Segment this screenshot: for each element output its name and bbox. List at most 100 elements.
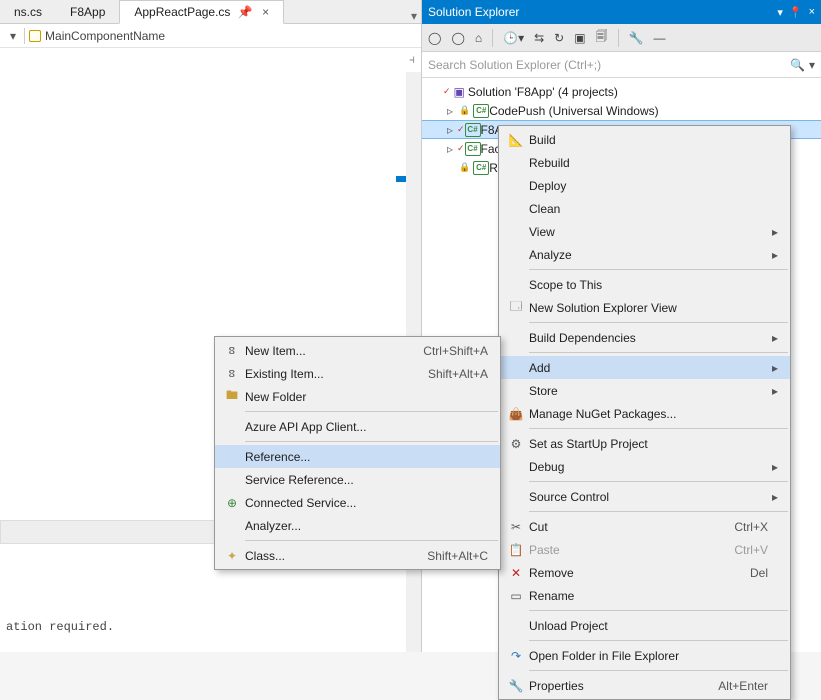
menu-azure[interactable]: Azure API App Client... <box>215 415 500 438</box>
newitem-icon: ៜ <box>219 342 245 360</box>
back-icon[interactable]: ◯ <box>428 31 441 45</box>
menu-nuget[interactable]: 👜Manage NuGet Packages... <box>499 402 790 425</box>
property-icon <box>29 30 41 42</box>
collapse-icon[interactable]: ▣ <box>574 31 585 45</box>
menu-rebuild[interactable]: Rebuild <box>499 151 790 174</box>
menu-analyze[interactable]: Analyze▸ <box>499 243 790 266</box>
csharp-project-icon: C# <box>473 104 489 118</box>
menu-servicereference[interactable]: Service Reference... <box>215 468 500 491</box>
home-icon[interactable]: ⌂ <box>475 31 482 45</box>
sx-title: Solution Explorer <box>428 5 771 19</box>
csharp-project-icon: C# <box>465 142 481 156</box>
connectedservice-icon: ⊕ <box>219 496 245 510</box>
chevron-right-icon: ▸ <box>768 248 778 262</box>
expander-icon[interactable]: ▹ <box>444 142 456 156</box>
delete-icon: ✕ <box>503 566 529 580</box>
add-submenu: ៜNew Item...Ctrl+Shift+A ៜExisting Item.… <box>214 336 501 570</box>
menu-newitem[interactable]: ៜNew Item...Ctrl+Shift+A <box>215 339 500 362</box>
project-codepush[interactable]: ▹ 🔒 C# CodePush (Universal Windows) <box>422 101 821 120</box>
sx-search: 🔍 ▾ <box>422 52 821 78</box>
project-context-menu: 📐Build Rebuild Deploy Clean View▸ Analyz… <box>498 125 791 700</box>
menu-clean[interactable]: Clean <box>499 197 790 220</box>
menu-existingitem[interactable]: ៜExisting Item...Shift+Alt+A <box>215 362 500 385</box>
sourcecontrol-icon: ✓ <box>457 143 465 154</box>
menu-reference[interactable]: Reference... <box>215 445 500 468</box>
menu-newfolder[interactable]: 🖿New Folder <box>215 385 500 408</box>
newview-icon: 🗔 <box>503 297 529 318</box>
paste-icon: 📋 <box>503 543 529 557</box>
solution-label: Solution 'F8App' (4 projects) <box>468 85 618 99</box>
sourcecontrol-icon: ✓ <box>443 86 451 97</box>
menu-class[interactable]: ✦Class...Shift+Alt+C <box>215 544 500 567</box>
nav-scope-dropdown[interactable]: ▾ <box>10 29 16 43</box>
chevron-right-icon: ▸ <box>768 384 778 398</box>
nav-member[interactable]: MainComponentName <box>45 29 165 43</box>
sync-icon[interactable]: ⇆ <box>534 31 544 45</box>
showall-icon[interactable]: 🗐 <box>596 27 608 48</box>
search-options-icon[interactable]: ▾ <box>809 58 815 72</box>
output-line: ation required. <box>0 614 406 640</box>
sourcecontrol-icon: ✓ <box>457 124 465 135</box>
open-folder-icon: ↷ <box>503 649 529 663</box>
scope-icon[interactable]: 🕒▾ <box>503 31 524 45</box>
lock-icon: 🔒 <box>459 162 470 173</box>
refresh-icon[interactable]: ↻ <box>554 31 564 45</box>
menu-deploy[interactable]: Deploy <box>499 174 790 197</box>
tab-appreactpage[interactable]: AppReactPage.cs 📌 × <box>119 0 284 24</box>
menu-builddeps[interactable]: Build Dependencies▸ <box>499 326 790 349</box>
menu-rename[interactable]: ▭Rename <box>499 584 790 607</box>
class-icon: ✦ <box>219 549 245 563</box>
more-icon[interactable]: — <box>654 31 666 45</box>
close-icon[interactable]: × <box>809 6 815 18</box>
sx-toolbar: ◯ ◯ ⌂ 🕒▾ ⇆ ↻ ▣ 🗐 🔧 — <box>422 24 821 52</box>
newfolder-icon: 🖿 <box>219 386 245 407</box>
search-input[interactable] <box>428 58 786 72</box>
menu-paste: 📋PasteCtrl+V <box>499 538 790 561</box>
menu-cut[interactable]: ✂CutCtrl+X <box>499 515 790 538</box>
menu-newview[interactable]: 🗔New Solution Explorer View <box>499 296 790 319</box>
gear-icon: ⚙ <box>503 437 529 451</box>
chevron-right-icon: ▸ <box>768 331 778 345</box>
menu-startup[interactable]: ⚙Set as StartUp Project <box>499 432 790 455</box>
csharp-project-icon: C# <box>465 123 481 137</box>
navigation-bar: ▾ MainComponentName <box>0 24 421 48</box>
existingitem-icon: ៜ <box>219 365 245 383</box>
search-icon[interactable]: 🔍 <box>790 58 805 72</box>
nuget-icon: 👜 <box>503 407 529 421</box>
chevron-right-icon: ▸ <box>768 460 778 474</box>
menu-openfolder[interactable]: ↷Open Folder in File Explorer <box>499 644 790 667</box>
menu-connectedservice[interactable]: ⊕Connected Service... <box>215 491 500 514</box>
menu-add[interactable]: Add▸ <box>499 356 790 379</box>
cut-icon: ✂ <box>503 520 529 534</box>
forward-icon[interactable]: ◯ <box>451 31 464 45</box>
sx-titlebar: Solution Explorer ▾ 📍 × <box>422 0 821 24</box>
solution-node[interactable]: ✓ ▣ Solution 'F8App' (4 projects) <box>422 82 821 101</box>
menu-unload[interactable]: Unload Project <box>499 614 790 637</box>
pin-icon[interactable]: 📍 <box>789 6 803 19</box>
menu-store[interactable]: Store▸ <box>499 379 790 402</box>
tab-f8app[interactable]: F8App <box>56 1 119 23</box>
close-icon[interactable]: × <box>262 5 269 19</box>
menu-debug[interactable]: Debug▸ <box>499 455 790 478</box>
rename-icon: ▭ <box>503 589 529 603</box>
menu-remove[interactable]: ✕RemoveDel <box>499 561 790 584</box>
menu-properties[interactable]: 🔧PropertiesAlt+Enter <box>499 674 790 697</box>
solution-icon: ▣ <box>454 85 465 99</box>
menu-sourcecontrol[interactable]: Source Control▸ <box>499 485 790 508</box>
pin-icon[interactable]: 📌 <box>238 5 253 19</box>
chevron-right-icon: ▸ <box>768 361 778 375</box>
project-label: CodePush (Universal Windows) <box>489 104 658 118</box>
tabbar-overflow-icon[interactable]: ▾ <box>411 9 417 23</box>
menu-build[interactable]: 📐Build <box>499 128 790 151</box>
menu-scope[interactable]: Scope to This <box>499 273 790 296</box>
tab-ns[interactable]: ns.cs <box>0 1 56 23</box>
menu-analyzer[interactable]: Analyzer... <box>215 514 500 537</box>
menu-view[interactable]: View▸ <box>499 220 790 243</box>
chevron-right-icon: ▸ <box>768 490 778 504</box>
properties-icon[interactable]: 🔧 <box>629 31 644 45</box>
split-icon[interactable]: ⫞ <box>409 52 421 70</box>
expander-icon[interactable]: ▹ <box>444 104 456 118</box>
window-menu-icon[interactable]: ▾ <box>777 6 783 19</box>
build-icon: 📐 <box>503 133 529 147</box>
expander-icon[interactable]: ▹ <box>444 123 456 137</box>
